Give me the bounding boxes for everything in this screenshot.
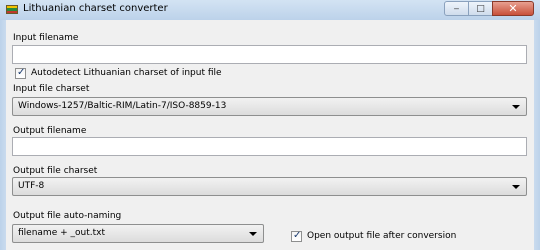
close-button[interactable]: ✕ (492, 1, 534, 16)
output-filename-label: Output filename (13, 126, 87, 136)
maximize-icon: □ (476, 3, 485, 14)
maximize-button[interactable]: □ (468, 1, 493, 16)
checkmark-icon: ✓ (293, 230, 302, 241)
input-filename-field[interactable] (12, 45, 527, 64)
close-icon: ✕ (508, 2, 518, 15)
input-charset-label: Input file charset (13, 84, 90, 94)
auto-naming-label: Output file auto-naming (13, 211, 122, 221)
auto-naming-value: filename + _out.txt (18, 228, 105, 238)
open-after-label[interactable]: Open output file after conversion (307, 231, 456, 241)
chevron-down-icon (249, 232, 257, 236)
form-area: Input filename ✓ Autodetect Lithuanian c… (6, 20, 534, 250)
lithuanian-flag-icon (6, 5, 18, 14)
autodetect-checkbox[interactable]: ✓ (15, 67, 26, 79)
chevron-down-icon (512, 105, 520, 109)
output-filename-field[interactable] (12, 137, 527, 156)
autodetect-label[interactable]: Autodetect Lithuanian charset of input f… (31, 68, 222, 78)
open-after-checkbox[interactable]: ✓ (291, 230, 302, 242)
checkmark-icon: ✓ (17, 67, 26, 78)
window-frame-right (534, 20, 540, 250)
input-charset-select[interactable]: Windows-1257/Baltic-RIM/Latin-7/ISO-8859… (12, 97, 527, 116)
output-charset-label: Output file charset (13, 166, 98, 176)
minimize-button[interactable]: ‒ (444, 1, 469, 16)
input-filename-label: Input filename (13, 33, 79, 43)
window-controls: ‒ □ ✕ (444, 1, 534, 17)
auto-naming-select[interactable]: filename + _out.txt (12, 224, 264, 243)
main-window: Lithuanian charset converter ‒ □ ✕ Input… (0, 0, 540, 250)
output-charset-select[interactable]: UTF-8 (12, 177, 527, 196)
title-bar[interactable]: Lithuanian charset converter ‒ □ ✕ (0, 0, 540, 21)
window-title: Lithuanian charset converter (23, 3, 168, 14)
chevron-down-icon (512, 185, 520, 189)
input-charset-value: Windows-1257/Baltic-RIM/Latin-7/ISO-8859… (18, 101, 227, 111)
minimize-icon: ‒ (453, 3, 460, 14)
output-charset-value: UTF-8 (18, 181, 45, 191)
